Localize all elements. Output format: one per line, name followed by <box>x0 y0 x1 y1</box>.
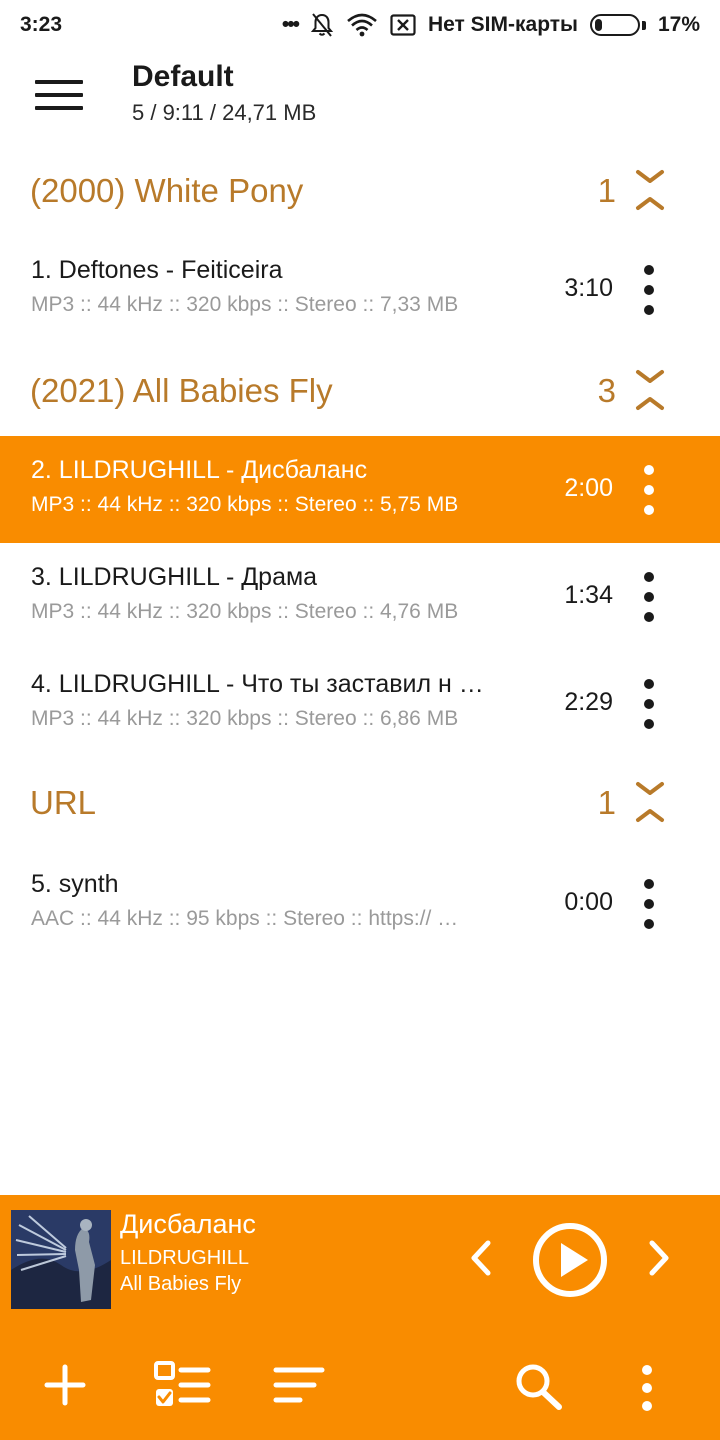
now-playing-artist: LILDRUGHILL <box>120 1247 249 1269</box>
more-vert-icon[interactable] <box>636 679 662 729</box>
group-header[interactable]: URL 1 <box>0 752 720 852</box>
track-title: 4. LILDRUGHILL - Что ты заставил н … <box>31 670 484 698</box>
more-vert-icon[interactable] <box>636 572 662 622</box>
more-vert-icon[interactable] <box>636 465 662 515</box>
prev-icon[interactable] <box>462 1235 498 1281</box>
track-row[interactable]: 3. LILDRUGHILL - Драма MP3 :: 44 kHz :: … <box>0 543 720 650</box>
menu-icon-bar <box>35 106 83 110</box>
checklist-icon[interactable] <box>146 1355 216 1415</box>
sort-icon[interactable] <box>264 1355 334 1415</box>
now-playing-album: All Babies Fly <box>120 1273 242 1295</box>
battery-percent: 17% <box>657 13 700 36</box>
group-header[interactable]: (2021) All Babies Fly 3 <box>0 340 720 440</box>
track-title: 1. Deftones - Feiticeira <box>31 256 283 284</box>
status-icons: ••• Нет SIM-карты 17% <box>282 12 700 38</box>
play-icon[interactable] <box>531 1221 609 1299</box>
search-icon[interactable] <box>503 1355 573 1415</box>
track-duration: 0:00 <box>564 888 613 916</box>
more-vert-icon[interactable] <box>636 879 662 929</box>
chevron-collapse-icon[interactable] <box>630 164 670 224</box>
more-vert-icon[interactable] <box>636 265 662 315</box>
track-row[interactable]: 5. synth AAC :: 44 kHz :: 95 kbps :: Ste… <box>0 850 720 957</box>
menu-icon-bar <box>35 93 83 97</box>
app-header: Default 5 / 9:11 / 24,71 MB <box>0 50 720 140</box>
no-sim-icon <box>390 14 416 36</box>
menu-icon <box>35 80 83 84</box>
next-icon[interactable] <box>642 1235 678 1281</box>
track-duration: 2:29 <box>564 688 613 716</box>
status-time: 3:23 <box>20 13 63 36</box>
track-meta: MP3 :: 44 kHz :: 320 kbps :: Stereo :: 4… <box>31 600 459 623</box>
sim-status-text: Нет SIM-карты <box>427 13 578 36</box>
group-name: URL <box>30 784 97 821</box>
overflow-dots-icon: ••• <box>281 13 300 36</box>
group-header[interactable]: (2000) White Pony 1 <box>0 140 720 240</box>
track-meta: MP3 :: 44 kHz :: 320 kbps :: Stereo :: 6… <box>31 707 459 730</box>
track-row[interactable]: 4. LILDRUGHILL - Что ты заставил н … MP3… <box>0 650 720 757</box>
track-meta: MP3 :: 44 kHz :: 320 kbps :: Stereo :: 5… <box>31 493 459 516</box>
status-bar: 3:23 ••• Нет SIM-карты 17% <box>0 0 720 50</box>
album-cover[interactable] <box>11 1210 111 1309</box>
bell-off-icon <box>310 13 334 37</box>
group-name: (2021) All Babies Fly <box>30 372 333 409</box>
track-meta: AAC :: 44 kHz :: 95 kbps :: Stereo :: ht… <box>31 907 459 930</box>
track-title: 2. LILDRUGHILL - Дисбаланс <box>31 456 368 484</box>
group-count: 1 <box>597 784 616 821</box>
now-playing-title[interactable]: Дисбаланс <box>120 1209 256 1240</box>
track-meta: MP3 :: 44 kHz :: 320 kbps :: Stereo :: 7… <box>31 293 459 316</box>
playlist-summary: 5 / 9:11 / 24,71 MB <box>132 100 317 125</box>
menu-button[interactable] <box>24 70 94 120</box>
wifi-icon <box>347 13 377 37</box>
track-duration: 3:10 <box>564 274 613 302</box>
battery-icon <box>589 14 646 36</box>
playlist-title[interactable]: Default <box>132 60 234 94</box>
group-name: (2000) White Pony <box>30 172 304 209</box>
chevron-collapse-icon[interactable] <box>630 364 670 424</box>
more-vert-icon[interactable] <box>634 1365 660 1411</box>
track-duration: 1:34 <box>564 581 613 609</box>
group-count: 3 <box>597 372 616 409</box>
add-icon[interactable] <box>30 1355 100 1415</box>
track-row[interactable]: 1. Deftones - Feiticeira MP3 :: 44 kHz :… <box>0 236 720 343</box>
track-title: 3. LILDRUGHILL - Драма <box>31 563 318 591</box>
track-duration: 2:00 <box>564 474 613 502</box>
chevron-collapse-icon[interactable] <box>630 776 670 836</box>
now-playing-bar: Дисбаланс LILDRUGHILL All Babies Fly <box>0 1195 720 1440</box>
track-title: 5. synth <box>31 870 119 898</box>
group-count: 1 <box>597 172 616 209</box>
track-row-active[interactable]: 2. LILDRUGHILL - Дисбаланс MP3 :: 44 kHz… <box>0 436 720 543</box>
